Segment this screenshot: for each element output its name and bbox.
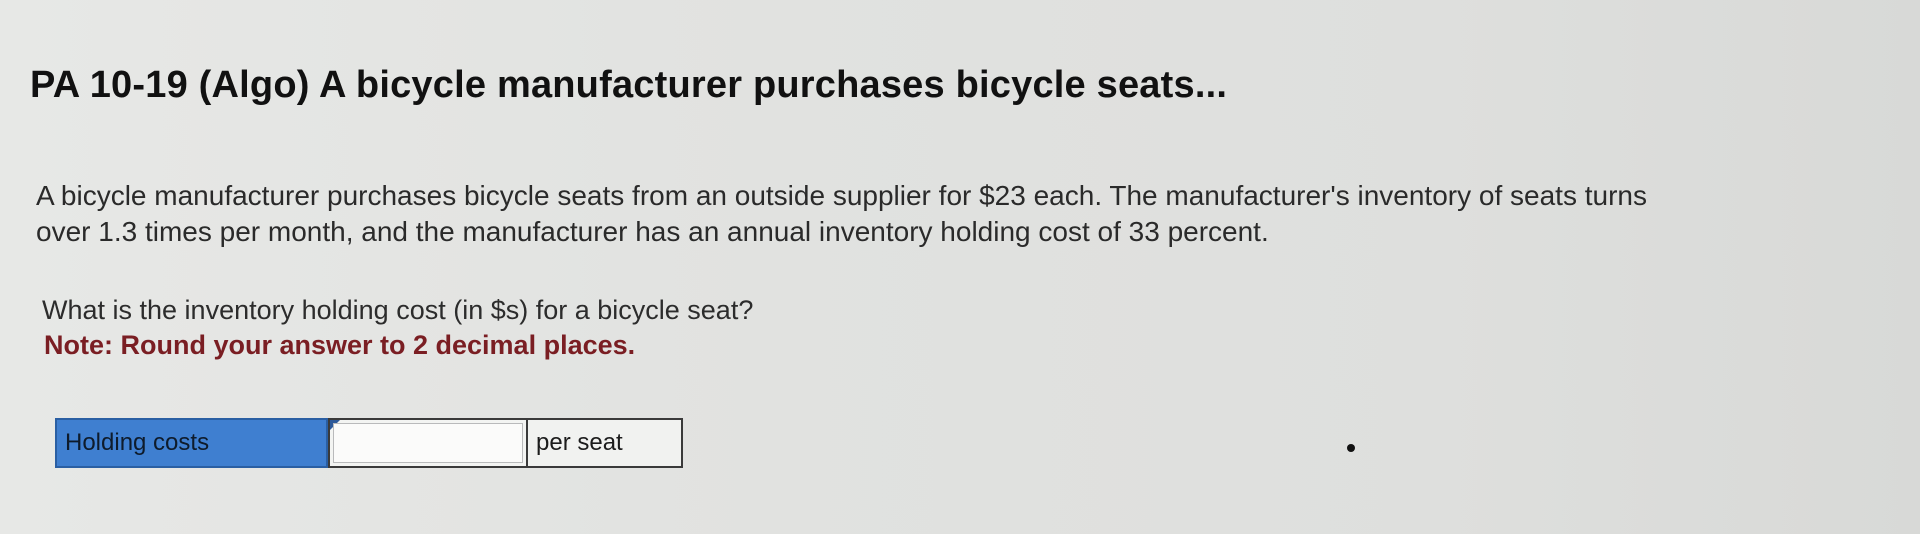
- question-text: What is the inventory holding cost (in $…: [42, 295, 754, 325]
- problem-line-2: over 1.3 times per month, and the manufa…: [36, 216, 1269, 247]
- rounding-note: Note: Round your answer to 2 decimal pla…: [44, 330, 636, 360]
- question-page: PA 10-19 (Algo) A bicycle manufacturer p…: [0, 0, 1920, 534]
- question-title: PA 10-19 (Algo) A bicycle manufacturer p…: [30, 64, 1228, 106]
- problem-line-1: A bicycle manufacturer purchases bicycle…: [36, 180, 1647, 211]
- holding-costs-input-cell: [328, 418, 528, 468]
- unit-label: per seat: [528, 418, 683, 468]
- problem-statement: A bicycle manufacturer purchases bicycle…: [36, 178, 1906, 250]
- holding-costs-label: Holding costs: [55, 418, 328, 468]
- mouse-cursor-dot: [1347, 444, 1355, 452]
- holding-costs-input[interactable]: [333, 423, 523, 463]
- answer-table-row: Holding costs per seat: [55, 418, 683, 468]
